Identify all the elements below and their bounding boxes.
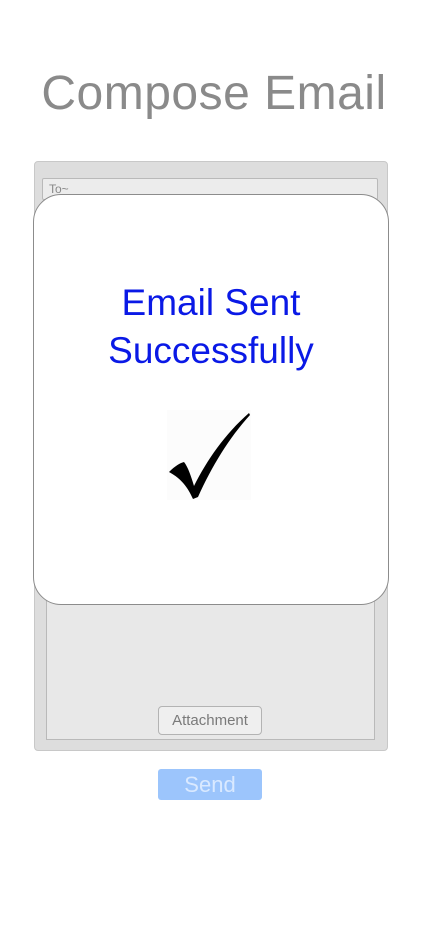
success-message: Email Sent Successfully [34,279,388,375]
success-message-line2: Successfully [108,330,314,371]
attachment-button[interactable]: Attachment [158,706,262,735]
compose-email-screen: Compose Email To~ Attachment Send Email … [0,0,428,926]
send-button[interactable]: Send [158,769,262,800]
page-title: Compose Email [41,67,387,120]
checkmark-icon [167,410,251,500]
success-dialog: Email Sent Successfully [33,194,389,605]
success-message-line1: Email Sent [121,282,301,323]
